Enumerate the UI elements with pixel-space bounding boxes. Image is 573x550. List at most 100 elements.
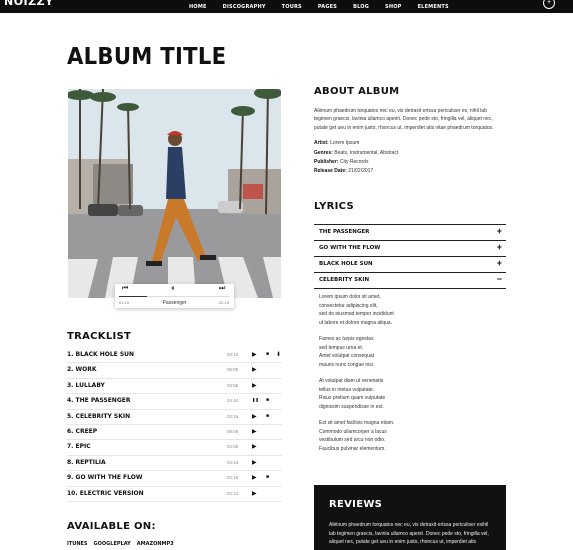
play-icon[interactable]: ▶	[252, 474, 257, 481]
video-icon[interactable]: ■	[266, 474, 269, 480]
play-icon[interactable]: ▶	[252, 490, 257, 497]
nav-item-discography[interactable]: DISCOGRAPHY	[223, 4, 266, 10]
album-cover-image	[68, 89, 281, 298]
meta-release-date: Release Date: 21/02/2017	[314, 168, 506, 174]
plus-icon: +	[496, 226, 502, 236]
meta-genres-value: Beats, Instrumental, Abstract	[334, 150, 399, 156]
store-link-itunes[interactable]: ITUNES	[67, 541, 88, 547]
track-duration: 02:16	[227, 352, 239, 357]
lyrics-item-label: CELEBRITY SKIN	[319, 277, 370, 283]
lyrics-stanza: Est sit amet facilisis magna etiam. Commo…	[319, 419, 459, 453]
lyrics-item-celebrity-skin[interactable]: CELEBRITY SKIN −	[314, 272, 506, 288]
plus-icon: +	[496, 242, 502, 252]
track-duration: 05:05	[227, 428, 239, 434]
nav-item-elements[interactable]: ELEMENTS	[418, 4, 449, 10]
lyrics-line: consectetur adipiscing elit,	[319, 302, 378, 309]
meta-genres-label: Genres:	[314, 150, 333, 156]
track-row[interactable]: 7. EPIC 02:55 ▶	[67, 440, 282, 456]
plus-circle-icon[interactable]: +	[543, 0, 555, 9]
tracklist: 1. BLACK HOLE SUN 02:16 ▶ ■ ⬇ 2. WORK 05:05 ▶ 3.…	[67, 348, 282, 502]
track-name: 8. REPTILIA	[67, 458, 106, 466]
lyrics-line: tellus in metus vulputate.	[319, 386, 375, 393]
track-name: 5. CELEBRITY SKIN	[67, 412, 131, 420]
play-icon[interactable]: ▶	[252, 366, 257, 373]
track-name: 10. ELECTRIC VERSION	[67, 489, 144, 497]
video-icon[interactable]: ■	[266, 351, 269, 357]
play-icon[interactable]: ▶	[252, 382, 257, 389]
progress-bar[interactable]	[119, 296, 230, 297]
lyrics-line: sed do eiusmod tempor incididunt	[319, 311, 394, 317]
audio-player: ⏮ ⏸ ⏭ 01:15 Passenger 02:15	[115, 284, 234, 308]
track-row[interactable]: 9. GO WITH THE FLOW 02:16 ▶ ■	[67, 471, 282, 487]
lyrics-line: vestibulum sed arcu non odio.	[319, 437, 386, 443]
site-logo[interactable]: NOIZZY	[4, 0, 54, 8]
track-row[interactable]: 8. REPTILIA 04:44 ▶	[67, 456, 282, 472]
top-navigation-bar: NOIZZY HOME DISCOGRAPHY TOURS PAGES BLOG…	[0, 0, 573, 13]
play-icon[interactable]: ▶	[252, 428, 257, 435]
plus-icon: +	[496, 258, 502, 268]
track-duration: 04:44	[227, 398, 239, 404]
lyrics-line: Commodo ullamcorper a lacus	[319, 428, 387, 435]
meta-artist: Artist: Lorem Ipsum	[314, 140, 506, 146]
meta-genres: Genres: Beats, Instrumental, Abstract	[314, 150, 506, 156]
lyrics-line: At volutpat diam ut venenatis	[319, 378, 384, 384]
page-title: ALBUM TITLE	[67, 44, 227, 70]
about-album-text: Aliénum phaedrum torquatos nec eu, vis d…	[314, 108, 494, 131]
track-duration: 02:55	[227, 382, 239, 388]
total-time: 02:15	[219, 300, 230, 305]
skip-forward-icon[interactable]: ⏭	[219, 285, 225, 293]
lyrics-item-go-with-the-flow[interactable]: GO WITH THE FLOW +	[314, 240, 506, 256]
nav-item-home[interactable]: HOME	[189, 4, 207, 10]
skip-back-icon[interactable]: ⏮	[122, 285, 128, 293]
track-row[interactable]: 3. LULLABY 02:55 ▶	[67, 379, 282, 395]
track-row[interactable]: 5. CELEBRITY SKIN 02:16 ▶ ■	[67, 410, 282, 425]
nav-item-blog[interactable]: BLOG	[353, 4, 369, 10]
main-nav: HOME DISCOGRAPHY TOURS PAGES BLOG SHOP E…	[189, 0, 449, 13]
track-name: 4. THE PASSENGER	[67, 397, 131, 405]
track-row[interactable]: 2. WORK 05:05 ▶	[67, 363, 282, 379]
lyrics-line: Est sit amet facilisis magna etiam.	[319, 420, 395, 426]
lyrics-item-label: THE PASSENGER	[319, 229, 370, 235]
lyrics-item-black-hole-sun[interactable]: BLACK HOLE SUN +	[314, 256, 506, 272]
lyrics-stanza: Fames ac turpis egestas sed tempus urna e…	[319, 335, 459, 369]
lyrics-item-the-passenger[interactable]: THE PASSENGER +	[314, 224, 506, 240]
pause-icon[interactable]: ❚❚	[252, 397, 259, 402]
track-row[interactable]: 1. BLACK HOLE SUN 02:16 ▶ ■ ⬇	[67, 348, 282, 364]
meta-release-label: Release Date:	[314, 168, 347, 174]
meta-publisher-value: City Records	[339, 159, 369, 165]
nav-item-pages[interactable]: PAGES	[318, 4, 337, 10]
meta-publisher-label: Publisher:	[314, 159, 339, 165]
video-icon[interactable]: ■	[266, 413, 269, 419]
play-icon[interactable]: ▶	[252, 351, 257, 358]
minus-icon: −	[496, 274, 502, 284]
lyrics-line: Lorem ipsum dolor sit amet,	[319, 294, 381, 300]
play-icon[interactable]: ▶	[252, 413, 257, 420]
meta-publisher: Publisher: City Records	[314, 159, 506, 165]
play-icon[interactable]: ▶	[252, 443, 257, 450]
now-playing-title: Passenger	[162, 300, 187, 306]
nav-item-shop[interactable]: SHOP	[385, 4, 402, 10]
track-row[interactable]: 4. THE PASSENGER 04:44 ❚❚ ■	[67, 394, 282, 410]
lyrics-stanza: Lorem ipsum dolor sit amet, consectetur a…	[319, 293, 459, 327]
track-row[interactable]: 6. CREEP 05:05 ▶	[67, 425, 282, 441]
pause-icon[interactable]: ⏸	[171, 285, 175, 293]
lyrics-item-label: BLACK HOLE SUN	[319, 261, 373, 267]
meta-artist-value: Lorem Ipsum	[330, 140, 360, 146]
lyrics-line: dignissim suspendisse in est.	[319, 403, 384, 410]
track-name: 9. GO WITH THE FLOW	[67, 474, 143, 482]
lyrics-line: Fames ac turpis egestas	[319, 336, 374, 342]
track-duration: 04:44	[227, 459, 239, 465]
play-icon[interactable]: ▶	[252, 459, 257, 466]
store-link-googleplay[interactable]: GOOGLEPLAY	[94, 541, 131, 547]
track-row[interactable]: 10. ELECTRIC VERSION 02:12 ▶	[67, 487, 282, 502]
nav-item-tours[interactable]: TOURS	[282, 4, 302, 10]
track-duration: 02:55	[227, 444, 239, 450]
track-name: 1. BLACK HOLE SUN	[67, 351, 135, 358]
download-icon[interactable]: ⬇	[276, 351, 281, 358]
lyrics-line: Amet volutpat consequat	[319, 353, 375, 359]
meta-release-value: 21/02/2017	[348, 168, 374, 174]
lyrics-line: ut labore et dolore magna aliqua.	[319, 319, 393, 326]
store-link-amazonmp3[interactable]: AMAZONMP3	[137, 541, 174, 547]
video-icon[interactable]: ■	[266, 397, 269, 403]
about-album-heading: ABOUT ALBUM	[314, 86, 400, 97]
